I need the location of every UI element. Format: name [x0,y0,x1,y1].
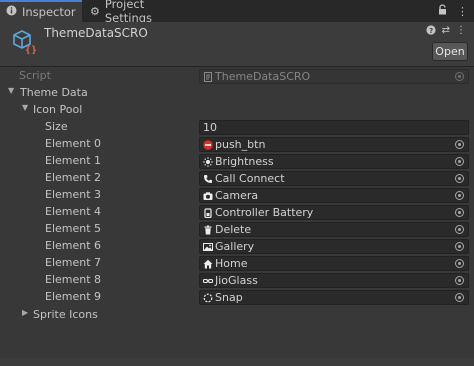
sprite-object-field[interactable]: Gallery [199,239,469,254]
theme-data-label: Theme Data [20,86,88,99]
tab-inspector[interactable]: Inspector [0,0,82,22]
sprite-object-field[interactable]: Home [199,256,469,271]
element-value: Controller Battery [215,206,314,219]
more-options-icon[interactable]: ⋮ [457,5,468,18]
svg-text:?: ? [429,27,433,35]
foldout-expanded-icon[interactable]: ▼ [8,86,14,95]
size-label: Size [45,120,68,133]
sprite-icons-foldout[interactable]: ▶ Sprite Icons [0,307,474,324]
script-value: ThemeDataSCRO [215,70,311,83]
object-picker-icon[interactable] [455,293,464,302]
preset-icon[interactable]: ⇄ [442,25,450,38]
foldout-expanded-icon[interactable]: ▼ [22,103,28,112]
image-icon [202,241,213,252]
camera-icon [202,190,213,201]
object-picker-icon[interactable] [455,157,464,166]
sprite-object-field[interactable]: Camera [199,188,469,203]
object-picker-icon[interactable] [455,259,464,268]
foldout-collapsed-icon[interactable]: ▶ [22,308,28,317]
list-item: Element 2 Call Connect [0,170,474,187]
scriptable-object-icon: {} [11,28,37,56]
snap-icon [202,292,213,303]
list-item: Element 7 Home [0,255,474,272]
list-item: Element 0 push_btn [0,136,474,153]
info-icon [6,5,17,19]
object-picker-icon[interactable] [455,174,464,183]
open-button[interactable]: Open [432,42,468,61]
list-item: Element 5 Delete [0,221,474,238]
element-value: Gallery [215,240,255,253]
list-item: Element 6 Gallery [0,238,474,255]
bottom-strip [0,358,474,366]
home-icon [202,258,213,269]
element-label: Element 9 [45,290,102,303]
object-title: ThemeDataSCRO [44,26,148,40]
element-label: Element 7 [45,256,102,269]
battery-icon [202,207,213,218]
sprite-object-field[interactable]: Brightness [199,154,469,169]
sprite-object-field[interactable]: push_btn [199,137,469,152]
object-picker-icon[interactable] [455,208,464,217]
element-label: Element 5 [45,222,102,235]
object-picker-icon[interactable] [455,191,464,200]
script-label: Script [19,69,51,82]
icon-pool-foldout[interactable]: ▼ Icon Pool [0,102,474,119]
inspector-header: {} ThemeDataSCRO ? ⇄ ⋮ Open [0,22,474,67]
element-label: Element 8 [45,273,102,286]
element-value: push_btn [215,138,266,151]
element-label: Element 0 [45,137,102,150]
element-value: Brightness [215,155,274,168]
element-value: Delete [215,223,252,236]
gear-icon: ⚙ [90,4,100,18]
theme-data-foldout[interactable]: ▼ Theme Data [0,85,474,102]
trash-icon [202,224,213,235]
more-options-icon[interactable]: ⋮ [456,25,466,38]
list-item: Element 1 Brightness [0,153,474,170]
list-item: Element 3 Camera [0,187,474,204]
script-file-icon [202,71,213,82]
glasses-icon [202,275,213,286]
help-icon[interactable]: ? [426,25,436,38]
no-entry-icon [202,139,213,150]
element-label: Element 4 [45,205,102,218]
svg-text:{}: {} [25,45,37,54]
script-field: ThemeDataSCRO [199,69,469,84]
list-item: Element 9 Snap [0,289,474,306]
tab-project-settings[interactable]: ⚙ Project Settings [84,0,194,25]
element-value: Camera [215,189,259,202]
size-row: Size 10 [0,119,474,136]
element-value: JioGlass [215,274,258,287]
element-label: Element 1 [45,154,102,167]
element-label: Element 6 [45,239,102,252]
size-input[interactable]: 10 [199,120,469,135]
phone-icon [202,173,213,184]
tab-bar: Inspector ⚙ Project Settings ⋮ [0,0,474,25]
list-item: Element 8 JioGlass [0,272,474,289]
object-picker-icon[interactable] [455,140,464,149]
sprite-object-field[interactable]: Controller Battery [199,205,469,220]
element-label: Element 3 [45,188,102,201]
element-label: Element 2 [45,171,102,184]
sprite-object-field[interactable]: Snap [199,290,469,305]
sprite-object-field[interactable]: Delete [199,222,469,237]
object-picker-icon[interactable] [455,225,464,234]
list-item: Element 4 Controller Battery [0,204,474,221]
icon-pool-label: Icon Pool [33,103,83,116]
script-row: Script ThemeDataSCRO [0,68,474,85]
lock-icon[interactable] [438,4,447,18]
sprite-object-field[interactable]: Call Connect [199,171,469,186]
sprite-icons-label: Sprite Icons [33,308,98,321]
element-value: Snap [215,291,243,304]
brightness-icon [202,156,213,167]
sprite-object-field[interactable]: JioGlass [199,273,469,288]
element-value: Call Connect [215,172,285,185]
object-picker-icon[interactable] [455,242,464,251]
element-value: Home [215,257,248,270]
tab-inspector-label: Inspector [22,5,76,19]
object-picker-icon [455,72,464,81]
object-picker-icon[interactable] [455,276,464,285]
